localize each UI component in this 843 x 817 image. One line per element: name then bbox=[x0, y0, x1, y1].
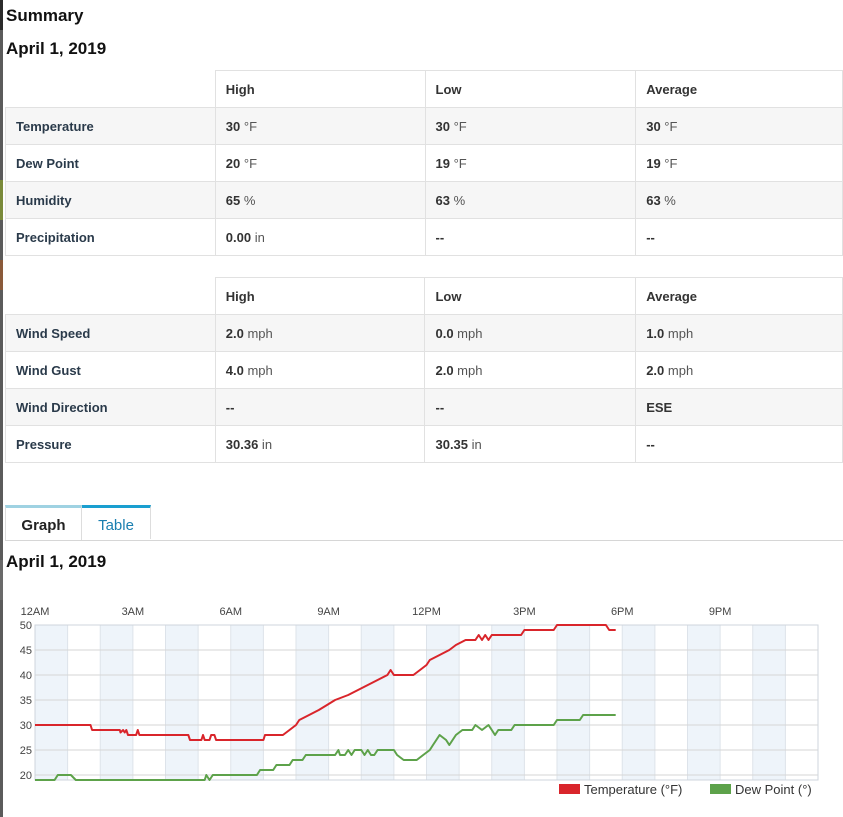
cell-high: 20 °F bbox=[214, 144, 426, 182]
y-tick-label: 40 bbox=[20, 670, 32, 682]
cell-average: 1.0 mph bbox=[635, 314, 843, 352]
cell-high: 30.36 in bbox=[214, 425, 426, 463]
table-row-wind-direction: Wind Direction -- -- ESE bbox=[5, 388, 843, 426]
hour-band bbox=[426, 625, 460, 780]
hour-band bbox=[687, 625, 721, 780]
cell-low: 0.0 mph bbox=[424, 314, 637, 352]
x-tick-label: 9AM bbox=[317, 606, 340, 618]
row-label: Wind Direction bbox=[5, 388, 216, 426]
row-label: Temperature bbox=[5, 107, 216, 145]
row-label: Wind Gust bbox=[5, 351, 216, 389]
graph-date: April 1, 2019 bbox=[6, 552, 107, 571]
table-row-precipitation: Precipitation 0.00 in -- -- bbox=[5, 218, 843, 256]
cell-high: 65 % bbox=[214, 181, 426, 219]
cell-average: ESE bbox=[635, 388, 843, 426]
hour-band bbox=[622, 625, 655, 780]
cell-high: 2.0 mph bbox=[214, 314, 426, 352]
legend-label: Temperature (°F) bbox=[584, 782, 682, 797]
header-blank-cell bbox=[5, 277, 216, 315]
header-low: Low bbox=[424, 70, 637, 108]
row-label: Dew Point bbox=[5, 144, 216, 182]
row-label: Precipitation bbox=[5, 218, 216, 256]
y-tick-label: 30 bbox=[20, 720, 32, 732]
table-header-row: High Low Average bbox=[5, 70, 843, 108]
cell-low: 63 % bbox=[424, 181, 637, 219]
table-row-wind-gust: Wind Gust 4.0 mph 2.0 mph 2.0 mph bbox=[5, 351, 843, 389]
cell-high: 4.0 mph bbox=[214, 351, 426, 389]
y-tick-label: 20 bbox=[20, 770, 32, 782]
legend-label: Dew Point (°) bbox=[735, 782, 812, 797]
hour-band bbox=[557, 625, 590, 780]
table-row-humidity: Humidity 65 % 63 % 63 % bbox=[5, 181, 843, 219]
cell-low: 2.0 mph bbox=[424, 351, 637, 389]
row-label: Humidity bbox=[5, 181, 216, 219]
hour-band bbox=[491, 625, 525, 780]
cell-low: -- bbox=[424, 388, 637, 426]
row-label: Wind Speed bbox=[5, 314, 216, 352]
cell-average: 30 °F bbox=[635, 107, 843, 145]
cell-average: -- bbox=[635, 218, 843, 256]
cell-high: 0.00 in bbox=[214, 218, 426, 256]
x-tick-label: 3AM bbox=[122, 606, 145, 618]
cell-low: 19 °F bbox=[424, 144, 637, 182]
hour-band bbox=[296, 625, 329, 780]
tab-graph[interactable]: Graph bbox=[5, 505, 82, 540]
x-tick-label: 12AM bbox=[21, 606, 50, 618]
table-row-pressure: Pressure 30.36 in 30.35 in -- bbox=[5, 425, 843, 463]
x-tick-label: 6AM bbox=[219, 606, 242, 618]
legend-swatch bbox=[710, 784, 731, 794]
summary-date: April 1, 2019 bbox=[6, 39, 107, 58]
x-tick-label: 3PM bbox=[513, 606, 536, 618]
cell-low: 30.35 in bbox=[424, 425, 637, 463]
hour-band bbox=[230, 625, 264, 780]
summary-heading: Summary bbox=[6, 6, 84, 25]
header-low: Low bbox=[424, 277, 637, 315]
hour-band bbox=[165, 625, 199, 780]
summary-table-temperature: High Low Average Temperature 30 °F 30 °F… bbox=[5, 70, 843, 256]
header-blank-cell bbox=[5, 70, 216, 108]
summary-table-wind: High Low Average Wind Speed 2.0 mph 0.0 … bbox=[5, 277, 843, 463]
row-label: Pressure bbox=[5, 425, 216, 463]
hour-band bbox=[100, 625, 133, 780]
table-row-temperature: Temperature 30 °F 30 °F 30 °F bbox=[5, 107, 843, 145]
table-row-wind-speed: Wind Speed 2.0 mph 0.0 mph 1.0 mph bbox=[5, 314, 843, 352]
y-tick-label: 25 bbox=[20, 745, 32, 757]
y-tick-label: 35 bbox=[20, 695, 32, 707]
header-average: Average bbox=[635, 70, 843, 108]
cell-high: -- bbox=[214, 388, 426, 426]
y-tick-label: 50 bbox=[20, 620, 32, 632]
cell-low: -- bbox=[424, 218, 637, 256]
y-tick-label: 45 bbox=[20, 645, 32, 657]
hour-band bbox=[35, 625, 68, 780]
weather-line-chart: 12AM 3AM 6AM 9AM 12PM 3PM 6PM 9PM 20 25 30 35 40 45 5… bbox=[20, 606, 819, 797]
cell-average: -- bbox=[635, 425, 843, 463]
legend-swatch bbox=[559, 784, 580, 794]
view-tabs: Graph Table bbox=[5, 505, 843, 541]
hour-band bbox=[361, 625, 394, 780]
x-tick-label: 9PM bbox=[709, 606, 732, 618]
cell-average: 19 °F bbox=[635, 144, 843, 182]
x-tick-label: 12PM bbox=[412, 606, 441, 618]
header-high: High bbox=[214, 70, 426, 108]
tab-table[interactable]: Table bbox=[82, 505, 151, 539]
header-average: Average bbox=[635, 277, 843, 315]
cell-average: 63 % bbox=[635, 181, 843, 219]
hour-band bbox=[752, 625, 786, 780]
cell-average: 2.0 mph bbox=[635, 351, 843, 389]
cell-low: 30 °F bbox=[424, 107, 637, 145]
header-high: High bbox=[214, 277, 426, 315]
table-header-row: High Low Average bbox=[5, 277, 843, 315]
x-tick-label: 6PM bbox=[611, 606, 634, 618]
cell-high: 30 °F bbox=[214, 107, 426, 145]
table-row-dew-point: Dew Point 20 °F 19 °F 19 °F bbox=[5, 144, 843, 182]
